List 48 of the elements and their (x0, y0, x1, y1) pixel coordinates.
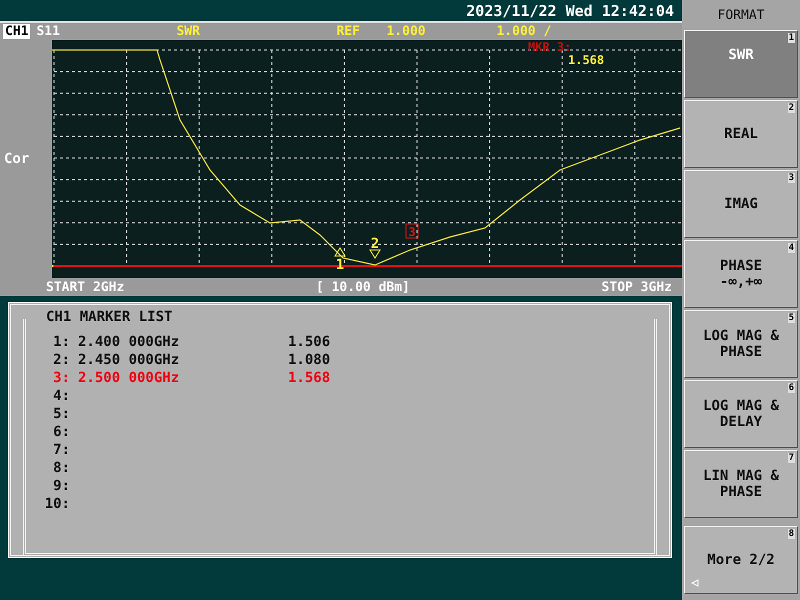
power-level: [ 10.00 dBm] (316, 280, 410, 295)
softkey-number: 7 (788, 453, 795, 463)
stop-frequency: STOP 3GHz (602, 280, 672, 295)
triangle-left-icon (691, 579, 699, 587)
softkey-number: 2 (788, 103, 795, 113)
softkey-button[interactable]: LIN MAG & PHASE 7 (684, 450, 798, 518)
softkey-button[interactable]: REAL 2 (684, 100, 798, 168)
parameter-label: S11 (36, 24, 61, 40)
marker-index: 10: (44, 494, 70, 513)
marker-index: 8: (52, 458, 70, 477)
softkey-number: 3 (788, 173, 795, 183)
softkey-button[interactable]: LOG MAG & PHASE 5 (684, 310, 798, 378)
date-time: 2023/11/22 Wed 12:42:04 (466, 2, 674, 20)
softkey-button[interactable]: PHASE -∞,+∞ 4 (684, 240, 798, 308)
marker-frequency: 2.400 000GHz (77, 332, 180, 351)
softkey-number: 6 (788, 383, 795, 393)
softkey-number: 5 (788, 313, 795, 323)
channel-label: CH1 (3, 24, 30, 40)
marker-value: 1.080 (288, 350, 332, 369)
softkey-number: 8 (788, 529, 795, 539)
marker-readout-value: 1.568 (568, 53, 604, 68)
marker-index: 1: (52, 332, 70, 351)
marker-value: 1.506 (288, 332, 332, 351)
scale-value: 1.000 / (496, 24, 552, 40)
ref-value: 1.000 (386, 24, 427, 40)
marker-index: 5: (52, 404, 70, 423)
softkey-button[interactable]: LOG MAG & DELAY 6 (684, 380, 798, 448)
marker-index: 2: (52, 350, 70, 369)
marker-drawing: 3 (406, 224, 418, 240)
format-label: SWR (176, 24, 201, 40)
marker-index: 4: (52, 386, 70, 405)
marker-frequency: 2.500 000GHz (77, 368, 180, 387)
start-frequency: START 2GHz (46, 280, 124, 295)
marker-value: 1.568 (288, 368, 332, 387)
softkey-button[interactable]: SWR 1 (684, 30, 798, 98)
marker-index: 3: (52, 368, 70, 387)
marker-index: 9: (52, 476, 70, 495)
marker-index: 6: (52, 422, 70, 441)
menu-title: FORMAT (718, 8, 764, 22)
ref-label: REF (336, 24, 361, 40)
softkey-number: 1 (788, 33, 795, 43)
softkey-number: 4 (788, 243, 795, 253)
marker-drawing: 2 (369, 236, 381, 260)
softkey-button[interactable]: IMAG 3 (684, 170, 798, 238)
correction-label: Cor (4, 151, 30, 168)
marker-index: 7: (52, 440, 70, 459)
marker-frequency: 2.450 000GHz (77, 350, 180, 369)
softkey-button[interactable]: More 2/2 8 (684, 526, 798, 594)
